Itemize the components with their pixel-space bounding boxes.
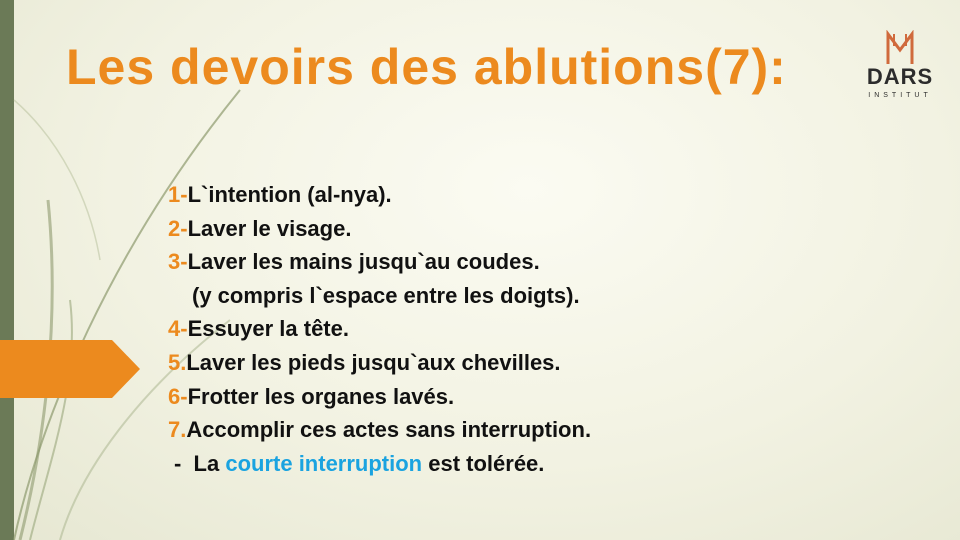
- item-text: (y compris l`espace entre les doigts).: [192, 282, 580, 308]
- note-highlight: courte interruption: [225, 450, 423, 476]
- slide-title: Les devoirs des ablutions(7):: [66, 39, 787, 95]
- list-item: 4-Essuyer la tête.: [168, 312, 591, 346]
- logo-subtitle: INSTITUT: [868, 92, 932, 99]
- dars-logo: DARS INSTITUT: [858, 30, 942, 112]
- item-number: 4-: [168, 316, 188, 342]
- list-item: 3-Laver les mains jusqu`au coudes.: [168, 245, 591, 279]
- list-item: 7.Accomplir ces actes sans interruption.: [168, 413, 591, 447]
- logo-mark-icon: [886, 30, 914, 64]
- list-item: 6-Frotter les organes lavés.: [168, 380, 591, 414]
- note-line: - La courte interruption est tolérée.: [168, 447, 591, 481]
- item-text: Frotter les organes lavés.: [187, 383, 455, 409]
- list-item: 5.Laver les pieds jusqu`aux chevilles.: [168, 346, 591, 380]
- item-text: Laver le visage.: [187, 215, 352, 241]
- orange-arrow-decoration: [0, 340, 140, 398]
- note-suffix: est tolérée.: [422, 450, 545, 476]
- item-text: Laver les mains jusqu`au coudes.: [187, 249, 540, 275]
- logo-name: DARS: [866, 64, 934, 89]
- duties-list: 1-L`intention (al-nya). 2-Laver le visag…: [168, 178, 591, 480]
- list-item-continuation: (y compris l`espace entre les doigts).: [168, 279, 591, 313]
- item-number: 5.: [168, 349, 187, 375]
- item-number: 7.: [168, 417, 187, 443]
- item-text: Laver les pieds jusqu`aux chevilles.: [186, 349, 561, 375]
- item-text: Accomplir ces actes sans interruption.: [186, 417, 592, 443]
- list-item: 2-Laver le visage.: [168, 212, 591, 246]
- list-item: 1-L`intention (al-nya).: [168, 178, 591, 212]
- item-number: 1-: [168, 182, 188, 207]
- note-prefix: - La: [174, 450, 226, 476]
- item-text: L`intention (al-nya).: [187, 182, 392, 207]
- item-number: 6-: [168, 383, 188, 409]
- item-text: Essuyer la tête.: [187, 316, 349, 342]
- item-number: 3-: [168, 249, 188, 275]
- item-number: 2-: [168, 215, 188, 241]
